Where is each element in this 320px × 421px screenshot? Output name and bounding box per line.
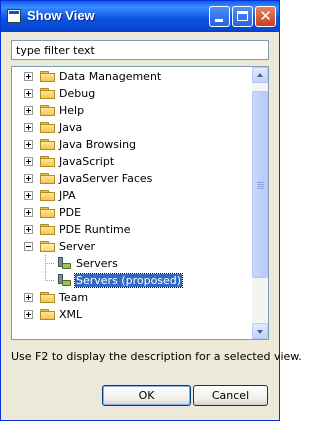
minimize-button[interactable] (209, 6, 230, 27)
maximize-icon (237, 11, 248, 21)
tree-item-label: XML (59, 308, 83, 321)
scroll-up-button[interactable] (252, 67, 268, 83)
folder-icon (40, 139, 56, 151)
arrow-up-icon (257, 73, 263, 77)
tree-item-debug[interactable]: Debug (12, 85, 252, 102)
grip-line (257, 181, 264, 183)
tree-connector (45, 263, 54, 264)
tree-item-label: JPA (59, 189, 76, 202)
tree-item-java[interactable]: Java (12, 119, 252, 136)
scroll-thumb[interactable] (252, 91, 268, 278)
window-icon (7, 9, 21, 23)
tree-item-label: Servers (proposed) (73, 273, 184, 288)
tree-item-server[interactable]: Server (12, 238, 252, 255)
tree-item-team[interactable]: Team (12, 289, 252, 306)
tree-item-label: JavaScript (59, 155, 115, 168)
tree-item-label: Help (59, 104, 85, 117)
expand-icon[interactable] (24, 89, 33, 98)
folder-icon (40, 207, 56, 219)
expand-icon[interactable] (24, 174, 33, 183)
close-button[interactable]: ✕ (255, 6, 276, 27)
tree-item-label: Debug (59, 87, 96, 100)
tree-item-jpa[interactable]: JPA (12, 187, 252, 204)
folder-icon (40, 173, 56, 185)
arrow-down-icon (257, 330, 263, 334)
title-bar[interactable]: Show View ✕ (1, 1, 279, 32)
tree-item-pde-runtime[interactable]: PDE Runtime (12, 221, 252, 238)
tree-item-data-management[interactable]: Data Management (12, 68, 252, 85)
grip-line (257, 183, 264, 185)
ok-button[interactable]: OK (102, 385, 191, 406)
cancel-button[interactable]: Cancel (193, 385, 268, 406)
tree-item-pde[interactable]: PDE (12, 204, 252, 221)
tree-item-xml[interactable]: XML (12, 306, 252, 323)
folder-icon (40, 190, 56, 202)
expand-icon[interactable] (24, 225, 33, 234)
grip-line (257, 187, 264, 189)
folder-icon (40, 71, 56, 83)
folder-icon (40, 292, 56, 304)
tree-item-servers[interactable]: Servers (12, 255, 252, 272)
description-text: Use F2 to display the description for a … (11, 350, 302, 363)
tree-item-label: Java (59, 121, 83, 134)
window-title: Show View (27, 8, 95, 23)
expand-icon[interactable] (24, 72, 33, 81)
tree-item-label: JavaServer Faces (59, 172, 153, 185)
folder-icon (40, 309, 56, 321)
tree-item-javaserver-faces[interactable]: JavaServer Faces (12, 170, 252, 187)
folder-icon (40, 224, 56, 236)
maximize-button[interactable] (232, 6, 253, 27)
tree-item-label: PDE (59, 206, 82, 219)
tree-connector (45, 280, 54, 281)
servers-view-icon (56, 257, 72, 271)
folder-icon (40, 88, 56, 100)
tree-item-label: Team (59, 291, 89, 304)
tree-item-label: PDE Runtime (59, 223, 131, 236)
tree-rows: Data Management Debug Help Java Java Browsin… (12, 68, 252, 323)
grip-line (257, 185, 264, 187)
tree-item-java-browsing[interactable]: Java Browsing (12, 136, 252, 153)
expand-icon[interactable] (24, 293, 33, 302)
expand-icon[interactable] (24, 106, 33, 115)
expand-icon[interactable] (24, 191, 33, 200)
tree-item-help[interactable]: Help (12, 102, 252, 119)
tree-item-javascript[interactable]: JavaScript (12, 153, 252, 170)
folder-icon (40, 156, 56, 168)
folder-icon (40, 122, 56, 134)
tree-item-label: Data Management (59, 70, 162, 83)
view-tree[interactable]: Data Management Debug Help Java Java Browsin… (11, 66, 269, 340)
tree-item-label: Server (59, 240, 96, 253)
expand-icon[interactable] (24, 140, 33, 149)
folder-icon (40, 105, 56, 117)
tree-item-label: Java Browsing (59, 138, 137, 151)
expand-icon[interactable] (24, 123, 33, 132)
close-icon: ✕ (259, 7, 272, 25)
expand-icon[interactable] (24, 157, 33, 166)
expand-icon[interactable] (24, 208, 33, 217)
scroll-down-button[interactable] (252, 323, 268, 339)
tree-item-servers-proposed[interactable]: Servers (proposed) (12, 272, 252, 289)
show-view-dialog: Show View ✕ Data Management Debug Help Java… (0, 0, 302, 421)
minimize-icon (215, 19, 223, 22)
collapse-icon[interactable] (24, 242, 33, 251)
folder-open-icon (40, 241, 56, 253)
tree-item-label: Servers (76, 257, 118, 270)
filter-input[interactable] (11, 40, 269, 60)
servers-view-icon (56, 274, 72, 288)
expand-icon[interactable] (24, 310, 33, 319)
vertical-scrollbar[interactable] (252, 67, 268, 339)
